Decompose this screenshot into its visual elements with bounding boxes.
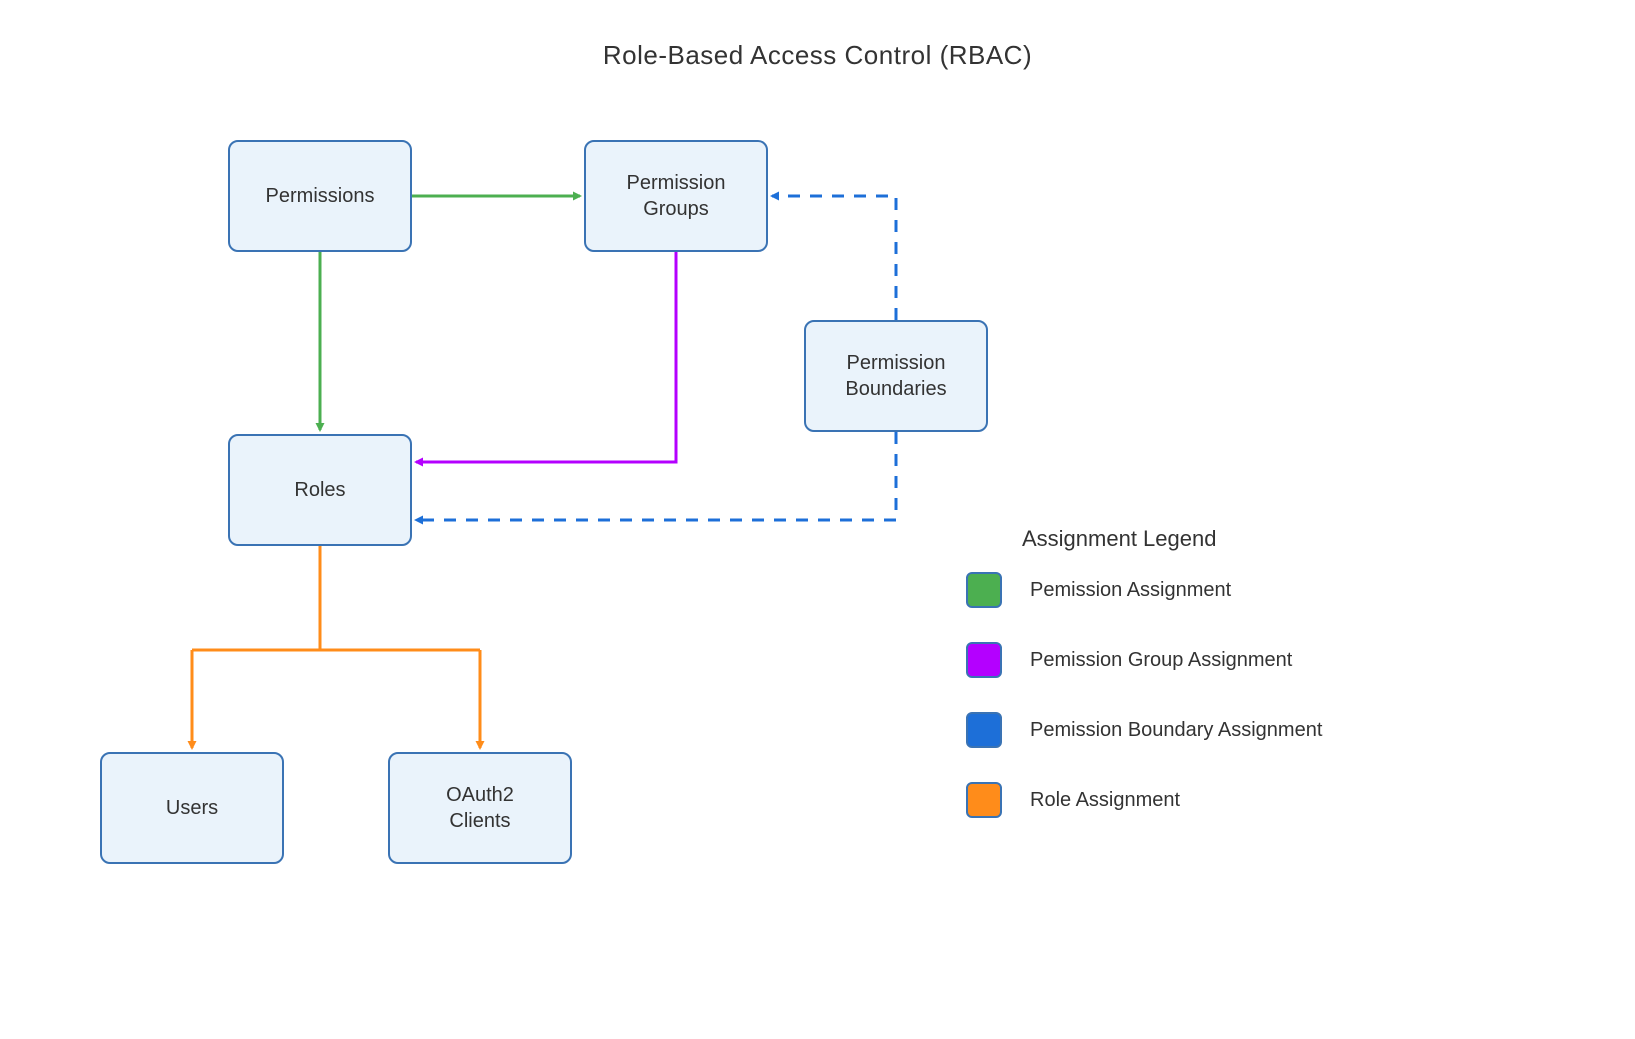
node-permissions: Permissions — [228, 140, 412, 252]
legend-swatch-orange — [966, 782, 1002, 818]
legend-item: Pemission Assignment — [966, 572, 1322, 608]
legend-label: Pemission Group Assignment — [1030, 649, 1292, 672]
edge-boundaries-to-roles — [416, 432, 896, 520]
node-oauth2-clients: OAuth2Clients — [388, 752, 572, 864]
legend-item: Role Assignment — [966, 782, 1322, 818]
diagram-title: Role-Based Access Control (RBAC) — [0, 40, 1635, 71]
legend-title: Assignment Legend — [1022, 526, 1322, 552]
edge-roles-fork — [192, 546, 480, 748]
legend: Assignment Legend Pemission Assignment P… — [966, 526, 1322, 852]
node-users: Users — [100, 752, 284, 864]
node-label: Permissions — [266, 183, 375, 209]
node-label: PermissionGroups — [627, 170, 726, 222]
node-label: Users — [166, 795, 218, 821]
legend-swatch-green — [966, 572, 1002, 608]
legend-label: Pemission Boundary Assignment — [1030, 719, 1322, 742]
node-label: PermissionBoundaries — [845, 350, 946, 402]
edge-boundaries-to-groups — [772, 196, 896, 320]
node-permission-groups: PermissionGroups — [584, 140, 768, 252]
node-label: OAuth2Clients — [446, 782, 514, 834]
node-roles: Roles — [228, 434, 412, 546]
legend-item: Pemission Boundary Assignment — [966, 712, 1322, 748]
node-label: Roles — [294, 477, 345, 503]
legend-swatch-purple — [966, 642, 1002, 678]
legend-swatch-blue — [966, 712, 1002, 748]
edge-groups-to-roles — [416, 252, 676, 462]
node-permission-boundaries: PermissionBoundaries — [804, 320, 988, 432]
diagram-canvas: Role-Based Access Control (RBAC) Permiss… — [0, 0, 1635, 1039]
legend-label: Role Assignment — [1030, 789, 1180, 812]
legend-label: Pemission Assignment — [1030, 579, 1231, 602]
legend-item: Pemission Group Assignment — [966, 642, 1322, 678]
